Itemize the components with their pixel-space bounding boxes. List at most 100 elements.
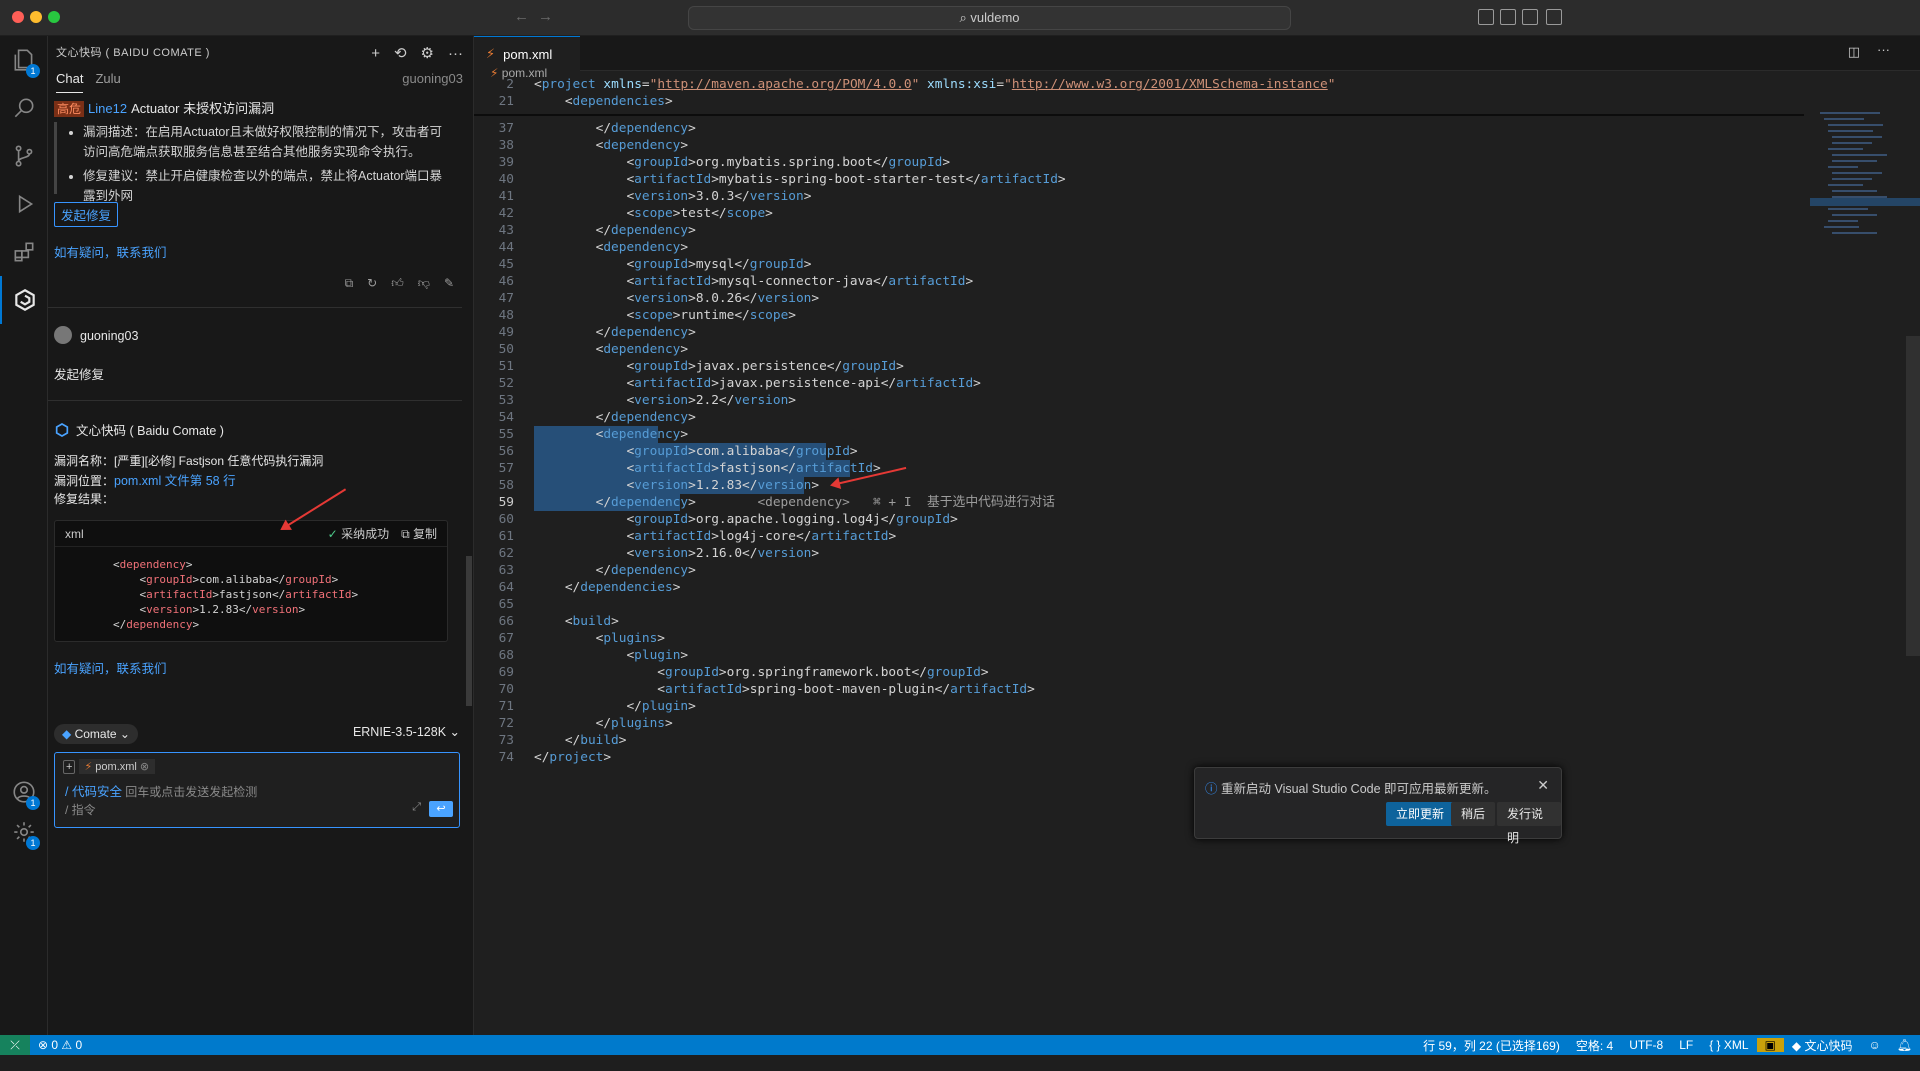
minimap[interactable] — [1810, 72, 1920, 1071]
add-context-icon[interactable]: + — [63, 760, 76, 774]
code-line: 40 <artifactId>mybatis-spring-boot-start… — [498, 172, 1066, 187]
expand-icon[interactable]: ⤢ — [412, 801, 421, 814]
indentation[interactable]: 空格: 4 — [1568, 1037, 1621, 1054]
line-ending[interactable]: LF — [1671, 1038, 1701, 1052]
toggle-sidebar-icon[interactable] — [1478, 9, 1494, 25]
contact-link-2[interactable]: 如有疑问，联系我们 — [54, 658, 167, 677]
regenerate-icon[interactable]: ↻ — [367, 276, 377, 291]
agent-selector[interactable]: ◆ Comate ⌄ — [54, 724, 138, 744]
chat-input-area: ◆ Comate ⌄ ERNIE-3.5-128K ⌄ + ⚡ pom.xml … — [48, 716, 474, 846]
problems-indicator[interactable]: ⊗ 0 ⚠ 0 — [30, 1038, 90, 1052]
copy-button[interactable]: ⧉ 复制 — [401, 525, 437, 542]
close-icon[interactable]: ✕ — [1537, 777, 1549, 794]
info-icon: ⓘ — [1205, 782, 1221, 796]
xml-file-icon: ⚡ — [84, 761, 93, 773]
file-chip[interactable]: + ⚡ pom.xml ⊗ — [63, 759, 156, 774]
comate-status[interactable]: ◆ 文心快码 — [1784, 1037, 1861, 1054]
chat-history: 高危Line12 Actuator 未授权访问漏洞 漏洞描述：在启用Actuato… — [48, 94, 474, 714]
forward-arrow-icon[interactable]: → — [538, 8, 553, 25]
code-line: <dependency> — [113, 558, 193, 571]
cursor-position[interactable]: 行 59，列 22 (已选择169) — [1415, 1037, 1568, 1054]
code-line: 21 <dependencies> — [498, 94, 673, 109]
source-control-icon[interactable] — [0, 132, 48, 180]
later-button[interactable]: 稍后 — [1451, 802, 1496, 826]
remove-chip-icon[interactable]: ⊗ — [140, 760, 149, 773]
toggle-panel-icon[interactable] — [1500, 9, 1516, 25]
copilot-icon[interactable]: ☺ — [1861, 1038, 1889, 1052]
comate-logo-icon: ◆ — [62, 727, 75, 741]
run-debug-icon[interactable] — [0, 180, 48, 228]
tab-zulu[interactable]: Zulu — [95, 65, 120, 93]
line-link[interactable]: Line12 — [88, 101, 127, 116]
customize-layout-icon[interactable] — [1546, 9, 1562, 25]
activity-bar: 1 1 1 — [0, 36, 48, 1035]
code-line: 42 <scope>test</scope> — [498, 206, 773, 221]
warning-bell-icon[interactable]: ▣ — [1756, 1038, 1784, 1052]
comate-logo-icon — [55, 422, 69, 437]
code-line: <groupId>com.alibaba</groupId> — [113, 573, 339, 586]
notifications-bell-icon[interactable]: 🔔︎ — [1889, 1038, 1920, 1052]
send-button[interactable]: ↩ — [429, 801, 453, 817]
model-selector[interactable]: ERNIE-3.5-128K ⌄ — [353, 724, 460, 739]
chat-scrollbar[interactable] — [466, 556, 472, 706]
remote-icon[interactable]: ⤫ — [0, 1035, 30, 1055]
more-icon[interactable]: ··· — [448, 45, 463, 62]
start-repair-button[interactable]: 发起修复 — [54, 202, 119, 227]
update-now-button[interactable]: 立即更新 — [1386, 802, 1455, 826]
user-name: guoning03 — [80, 329, 139, 343]
chat-input-box[interactable]: + ⚡ pom.xml ⊗ / 代码安全 回车或点击发送发起检测 / 指令 ⤢ … — [54, 752, 460, 828]
code-line: 72 </plugins> — [498, 716, 673, 731]
thumbs-up-icon[interactable]: 👍︎ — [391, 276, 404, 291]
settings-gear-icon[interactable]: 1 — [0, 808, 48, 856]
code-line: 46 <artifactId>mysql-connector-java</art… — [498, 274, 974, 289]
more-actions-icon[interactable]: ··· — [1877, 42, 1890, 57]
explorer-icon[interactable]: 1 — [0, 36, 48, 84]
minimize-window-button[interactable] — [30, 11, 42, 23]
code-line: 67 <plugins> — [498, 631, 665, 646]
toggle-secondary-sidebar-icon[interactable] — [1522, 9, 1538, 25]
code-line: 55 <dependency> — [498, 427, 689, 442]
vuln-location-link[interactable]: pom.xml 文件第 58 行 — [114, 474, 236, 488]
code-line: </dependency> — [113, 618, 200, 631]
title-bar: ← → ⌕ vuldemo — [0, 0, 1920, 36]
command-center-search[interactable]: ⌕ vuldemo — [688, 6, 1291, 30]
code-block-header: xml ✓ 采纳成功 ⧉ 复制 — [55, 521, 447, 547]
search-icon[interactable] — [0, 84, 48, 132]
code-line: 59 </dependency> <dependency> ⌘ + I 基于选中… — [498, 495, 1055, 510]
input-placeholder: / 指令 — [65, 803, 96, 817]
contact-link[interactable]: 如有疑问，联系我们 — [54, 242, 167, 261]
code-line: 50 <dependency> — [498, 342, 689, 357]
code-line: 61 <artifactId>log4j-core</artifactId> — [498, 529, 897, 544]
editor-area: ⚡ pom.xml ◫ ··· ⚡ pom.xml 2 <project xmln… — [474, 36, 1920, 1035]
back-arrow-icon[interactable]: ← — [514, 8, 529, 25]
thumbs-down-icon[interactable]: 👎︎ — [418, 276, 430, 291]
inline-chat-hint[interactable]: ⌘ + I 基于选中代码进行对话 — [873, 495, 1055, 510]
encoding[interactable]: UTF-8 — [1621, 1038, 1671, 1052]
gear-icon[interactable]: ⚙ — [421, 44, 434, 62]
code-line: 43 </dependency> — [498, 223, 696, 238]
plus-icon[interactable]: + — [371, 45, 380, 62]
close-window-button[interactable] — [12, 11, 24, 23]
history-icon[interactable]: ⟲ — [394, 44, 407, 62]
accepted-status: ✓ 采纳成功 — [327, 527, 390, 541]
vuln-name: 漏洞名称：[严重][必修] Fastjson 任意代码执行漏洞 — [54, 454, 324, 468]
split-editor-icon[interactable]: ◫ — [1848, 44, 1860, 60]
vuln-fix-suggestion: 修复建议：禁止开启健康检查以外的端点，禁止将Actuator端口暴露到外网 — [83, 166, 454, 206]
maximize-window-button[interactable] — [48, 11, 60, 23]
status-bar: ⤫ ⊗ 0 ⚠ 0 行 59，列 22 (已选择169) 空格: 4 UTF-8… — [0, 1035, 1920, 1055]
code-line: 44 <dependency> — [498, 240, 689, 255]
tab-chat[interactable]: Chat — [56, 65, 84, 93]
explorer-badge: 1 — [26, 64, 40, 78]
feedback-icon[interactable]: ✎ — [444, 276, 454, 291]
sticky-scroll-shadow — [474, 114, 1804, 116]
editor-scrollbar[interactable] — [1906, 336, 1920, 656]
release-notes-button[interactable]: 发行说明 — [1497, 802, 1561, 845]
language-mode[interactable]: { } XML — [1701, 1038, 1756, 1052]
code-line: 70 <artifactId>spring-boot-maven-plugin<… — [498, 682, 1035, 697]
code-line: 39 <groupId>org.mybatis.spring.boot</gro… — [498, 155, 951, 170]
code-line: 65 — [498, 597, 514, 612]
extensions-icon[interactable] — [0, 228, 48, 276]
insert-icon[interactable]: ⧉ — [345, 276, 354, 291]
comate-icon[interactable] — [0, 276, 48, 324]
code-line: 69 <groupId>org.springframework.boot</gr… — [498, 665, 989, 680]
